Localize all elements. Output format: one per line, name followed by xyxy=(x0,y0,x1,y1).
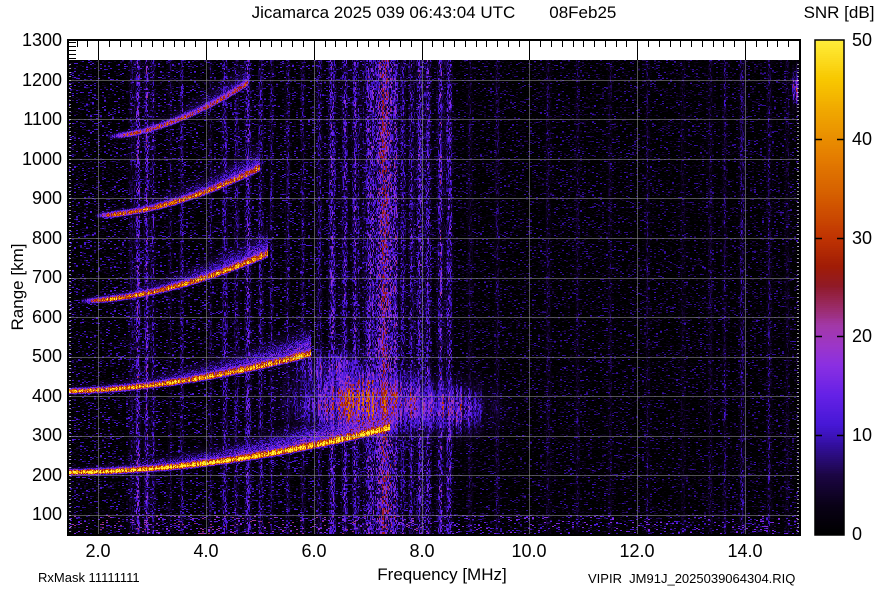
colorbar-title: SNR [dB] xyxy=(794,3,884,23)
colorbar-tick-label: 50 xyxy=(852,30,884,50)
ionogram-viewer: Jicamarca 2025 039 06:43:04 UTC 08Feb25 S… xyxy=(0,0,884,595)
x-tick-label: 12.0 xyxy=(609,541,665,561)
y-tick-label: 600 xyxy=(14,307,62,327)
x-tick-label: 14.0 xyxy=(717,541,773,561)
colorbar-tick-label: 30 xyxy=(852,228,884,248)
colorbar-tick-label: 20 xyxy=(852,326,884,346)
data-file-label: VIPIR JM91J_2025039064304.RIQ xyxy=(588,571,795,586)
colorbar-tick-label: 40 xyxy=(852,129,884,149)
y-tick-label: 400 xyxy=(14,386,62,406)
plot-title: Jicamarca 2025 039 06:43:04 UTC 08Feb25 xyxy=(67,3,801,23)
y-tick-label: 1200 xyxy=(14,70,62,90)
ionogram-heatmap-canvas xyxy=(67,39,801,536)
y-tick-label: 300 xyxy=(14,425,62,445)
x-tick-label: 6.0 xyxy=(286,541,342,561)
colorbar-tick-label: 0 xyxy=(852,524,884,544)
x-tick-label: 8.0 xyxy=(394,541,450,561)
rx-mask-label: RxMask 11111111 xyxy=(38,570,140,585)
y-tick-label: 900 xyxy=(14,188,62,208)
y-tick-label: 800 xyxy=(14,228,62,248)
title-date: 08Feb25 xyxy=(549,3,616,22)
y-tick-label: 1000 xyxy=(14,149,62,169)
title-station-time: Jicamarca 2025 039 06:43:04 UTC xyxy=(252,3,516,22)
x-tick-label: 10.0 xyxy=(501,541,557,561)
colorbar-tick-label: 10 xyxy=(852,425,884,445)
colorbar-canvas xyxy=(814,39,845,536)
x-axis-label: Frequency [MHz] xyxy=(342,565,542,585)
y-tick-label: 700 xyxy=(14,267,62,287)
y-tick-label: 500 xyxy=(14,346,62,366)
y-tick-label: 1300 xyxy=(14,30,62,50)
y-tick-label: 1100 xyxy=(14,109,62,129)
x-tick-label: 2.0 xyxy=(70,541,126,561)
x-tick-label: 4.0 xyxy=(178,541,234,561)
y-tick-label: 200 xyxy=(14,465,62,485)
y-tick-label: 100 xyxy=(14,504,62,524)
